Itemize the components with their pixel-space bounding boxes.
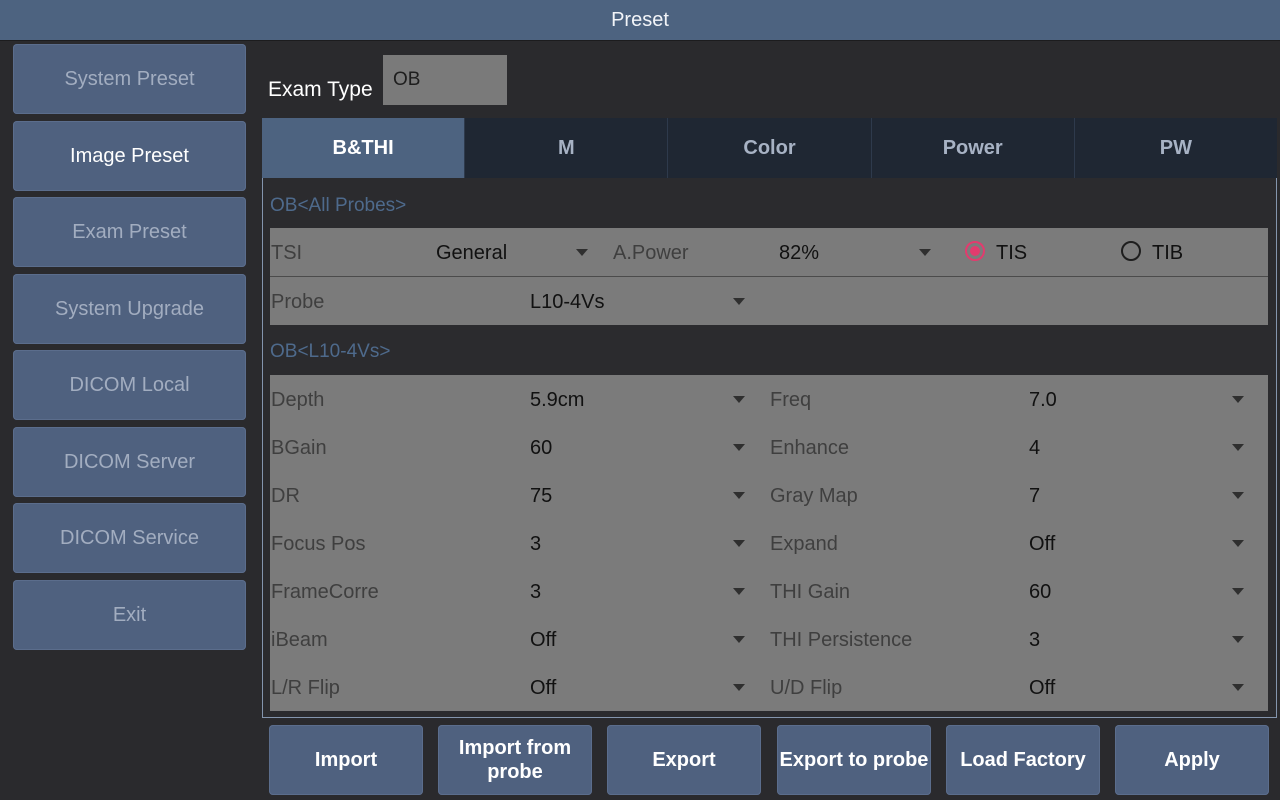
apply-button[interactable]: Apply <box>1115 725 1269 795</box>
ibeam-label: iBeam <box>271 629 328 651</box>
freq-dropdown[interactable]: 7.0 <box>1029 389 1057 412</box>
freq-label: Freq <box>770 389 812 411</box>
probe-settings-grid <box>270 375 1268 711</box>
apower-dropdown-arrow-icon[interactable] <box>919 249 931 256</box>
thi-gain-label: THI Gain <box>770 581 851 603</box>
lr-flip-dropdown-arrow-icon[interactable] <box>733 684 745 691</box>
tis-radio-icon[interactable] <box>965 241 985 261</box>
tab-bthi[interactable]: B&THI <box>262 118 466 178</box>
sidebar-item-dicom-local[interactable]: DICOM Local <box>13 350 246 420</box>
apower-dropdown[interactable]: 82% <box>779 242 819 265</box>
sidebar-item-dicom-service[interactable]: DICOM Service <box>13 503 246 573</box>
sidebar-item-exam-preset[interactable]: Exam Preset <box>13 197 246 267</box>
thi-persistence-dropdown-arrow-icon[interactable] <box>1232 636 1244 643</box>
probe-section-title: OB<L10-4Vs> <box>270 341 391 362</box>
enhance-dropdown[interactable]: 4 <box>1029 437 1040 460</box>
expand-dropdown[interactable]: Off <box>1029 533 1055 556</box>
import-from-probe-line1: Import from <box>458 737 572 759</box>
enhance-label: Enhance <box>770 437 849 459</box>
gray-map-label: Gray Map <box>770 485 858 507</box>
framecorre-dropdown[interactable]: 3 <box>530 581 541 604</box>
tsi-dropdown-arrow-icon[interactable] <box>576 249 588 256</box>
ud-flip-label: U/D Flip <box>770 677 843 699</box>
focus-pos-label: Focus Pos <box>271 533 366 555</box>
lr-flip-dropdown[interactable]: Off <box>530 677 556 700</box>
gray-map-dropdown-arrow-icon[interactable] <box>1232 492 1244 499</box>
thi-persistence-label: THI Persistence <box>770 629 913 651</box>
dr-label: DR <box>271 485 300 507</box>
depth-dropdown[interactable]: 5.9cm <box>530 389 584 412</box>
import-from-probe-button[interactable]: Import from probe <box>438 725 592 795</box>
tsi-power-row <box>270 228 1268 276</box>
tib-radio-icon[interactable] <box>1121 241 1141 261</box>
tab-power[interactable]: Power <box>871 118 1075 178</box>
ibeam-dropdown[interactable]: Off <box>530 629 556 652</box>
window-title: Preset <box>0 0 1280 41</box>
tsi-dropdown[interactable]: General <box>436 242 507 265</box>
ud-flip-dropdown-arrow-icon[interactable] <box>1232 684 1244 691</box>
tab-pw[interactable]: PW <box>1074 118 1278 178</box>
thi-gain-dropdown[interactable]: 60 <box>1029 581 1051 604</box>
probe-row <box>270 277 1268 325</box>
ibeam-dropdown-arrow-icon[interactable] <box>733 636 745 643</box>
tab-m[interactable]: M <box>465 118 669 178</box>
focus-pos-dropdown[interactable]: 3 <box>530 533 541 556</box>
tis-label[interactable]: TIS <box>996 242 1027 265</box>
depth-dropdown-arrow-icon[interactable] <box>733 396 745 403</box>
bgain-dropdown-arrow-icon[interactable] <box>733 444 745 451</box>
export-button[interactable]: Export <box>607 725 761 795</box>
sidebar-item-system-preset[interactable]: System Preset <box>13 44 246 114</box>
exam-type-label: Exam Type <box>268 78 373 101</box>
bgain-label: BGain <box>271 437 327 459</box>
probe-label: Probe <box>271 291 325 313</box>
depth-label: Depth <box>271 389 325 411</box>
lr-flip-label: L/R Flip <box>271 677 340 699</box>
framecorre-label: FrameCorre <box>271 581 379 603</box>
import-from-probe-line2: probe <box>487 761 543 783</box>
export-to-probe-button[interactable]: Export to probe <box>777 725 931 795</box>
thi-persistence-dropdown[interactable]: 3 <box>1029 629 1040 652</box>
expand-dropdown-arrow-icon[interactable] <box>1232 540 1244 547</box>
tib-label[interactable]: TIB <box>1152 242 1183 265</box>
framecorre-dropdown-arrow-icon[interactable] <box>733 588 745 595</box>
enhance-dropdown-arrow-icon[interactable] <box>1232 444 1244 451</box>
probe-dropdown-arrow-icon[interactable] <box>733 298 745 305</box>
expand-label: Expand <box>770 533 838 555</box>
sidebar-item-system-upgrade[interactable]: System Upgrade <box>13 274 246 344</box>
gray-map-dropdown[interactable]: 7 <box>1029 485 1040 508</box>
focus-pos-dropdown-arrow-icon[interactable] <box>733 540 745 547</box>
sidebar-item-image-preset[interactable]: Image Preset <box>13 121 246 191</box>
freq-dropdown-arrow-icon[interactable] <box>1232 396 1244 403</box>
probe-dropdown[interactable]: L10-4Vs <box>530 291 605 314</box>
sidebar-item-exit[interactable]: Exit <box>13 580 246 650</box>
ud-flip-dropdown[interactable]: Off <box>1029 677 1055 700</box>
dr-dropdown[interactable]: 75 <box>530 485 552 508</box>
exam-type-field[interactable]: OB <box>383 55 507 105</box>
dr-dropdown-arrow-icon[interactable] <box>733 492 745 499</box>
tab-color[interactable]: Color <box>668 118 872 178</box>
bgain-dropdown[interactable]: 60 <box>530 437 552 460</box>
import-button[interactable]: Import <box>269 725 423 795</box>
all-probes-section-title: OB<All Probes> <box>270 195 407 216</box>
thi-gain-dropdown-arrow-icon[interactable] <box>1232 588 1244 595</box>
load-factory-button[interactable]: Load Factory <box>946 725 1100 795</box>
tsi-label: TSI <box>271 242 303 264</box>
apower-label: A.Power <box>613 242 689 264</box>
mode-tabs: B&THI M Color Power PW <box>262 118 1278 178</box>
sidebar-item-dicom-server[interactable]: DICOM Server <box>13 427 246 497</box>
